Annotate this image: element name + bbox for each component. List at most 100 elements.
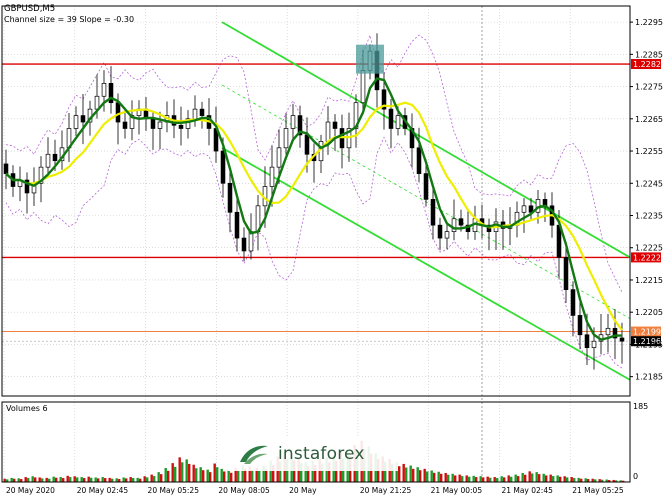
volume-bar xyxy=(458,474,461,482)
candle-body xyxy=(199,108,205,116)
volume-bar xyxy=(447,474,450,482)
candle-body xyxy=(444,231,450,239)
price-tick-label: 1.2225 xyxy=(635,244,663,253)
volume-bar xyxy=(426,471,429,482)
candle-body xyxy=(178,124,184,129)
volume-bar xyxy=(171,463,174,482)
price-level-label: 1.2282 xyxy=(633,60,661,69)
candle-body xyxy=(577,315,583,336)
candle-body xyxy=(122,121,128,129)
volume-bar xyxy=(174,466,177,482)
candle-body xyxy=(73,115,79,129)
candle-body xyxy=(584,334,590,349)
price-level-label: 1.2199 xyxy=(633,328,661,337)
volume-bar xyxy=(538,474,541,482)
volume-bar xyxy=(542,473,545,482)
price-tick-label: 1.2215 xyxy=(635,276,663,285)
volume-bar xyxy=(475,477,478,482)
candle-body xyxy=(3,163,9,174)
candle-body xyxy=(115,102,121,123)
volume-bar xyxy=(199,467,202,482)
volume-bar xyxy=(423,468,426,482)
candle-body xyxy=(94,95,100,110)
volume-bar xyxy=(10,477,13,482)
volume-bar xyxy=(251,469,254,482)
candle-body xyxy=(605,327,611,336)
volume-bar xyxy=(153,476,156,482)
volume-bar xyxy=(430,470,433,482)
volume-bar xyxy=(465,475,468,482)
chart-root: 1.2282 1.2222 1.2199 1.2196 1.2295 1.2285 1.2… xyxy=(0,0,665,499)
candle-body xyxy=(570,289,576,316)
volume-bar xyxy=(157,472,160,482)
volume-bar xyxy=(486,476,489,482)
volume-bar xyxy=(62,478,65,482)
volume-bar xyxy=(38,477,41,482)
volume-bar xyxy=(577,477,580,482)
candle-body xyxy=(451,218,457,232)
volume-bar xyxy=(97,478,100,482)
volume-bar xyxy=(440,473,443,482)
volume-bar xyxy=(206,469,209,482)
candle-body xyxy=(521,205,527,213)
volume-bar xyxy=(125,478,128,482)
price-tick-label: 1.2245 xyxy=(635,179,663,188)
candle-body xyxy=(248,231,254,252)
volume-bar xyxy=(164,468,167,482)
candle-body xyxy=(388,108,394,129)
volume-bar xyxy=(552,476,555,482)
candle-body xyxy=(80,115,86,123)
volume-bar xyxy=(108,477,111,482)
volume-bar xyxy=(237,470,240,482)
volume-bar xyxy=(461,476,464,482)
candle-body xyxy=(283,128,289,149)
volume-bar xyxy=(535,472,538,482)
volume-bar xyxy=(227,470,230,482)
candle-body xyxy=(192,108,198,120)
volume-bar xyxy=(216,467,219,482)
volume-bar xyxy=(472,475,475,482)
time-tick-label: 21 May 02:45 xyxy=(501,486,553,495)
volume-bar xyxy=(419,470,422,482)
price-tick-label: 1.2255 xyxy=(635,147,663,156)
price-chart: 1.22821.22221.21991.2196 1.22951.22851.2… xyxy=(0,0,665,499)
candle-body xyxy=(332,121,338,129)
candle-body xyxy=(234,211,240,239)
candle-body xyxy=(619,337,625,342)
volume-bar xyxy=(129,477,132,482)
volume-bar xyxy=(220,468,223,482)
volume-bar xyxy=(549,474,552,482)
peak-highlight-box xyxy=(356,44,384,74)
volume-bar xyxy=(146,477,149,482)
price-tick-label: 1.2295 xyxy=(635,18,663,27)
candle-body xyxy=(591,340,597,349)
volume-bar xyxy=(87,476,90,482)
volume-bar xyxy=(489,477,492,482)
volume-bar xyxy=(573,478,576,482)
volume-bar xyxy=(433,472,436,482)
volume-bar xyxy=(482,477,485,482)
volume-bar xyxy=(188,463,191,482)
volume-bar xyxy=(73,476,76,482)
volume-bar xyxy=(136,477,139,482)
volume-bar xyxy=(521,472,524,482)
volume-bar xyxy=(496,478,499,482)
time-tick-label: 20 May 05:25 xyxy=(148,486,200,495)
volume-bar xyxy=(230,472,233,482)
volume-bar xyxy=(55,477,58,482)
time-tick-label: 21 May 05:25 xyxy=(572,486,624,495)
price-tick-label: 1.2285 xyxy=(635,50,663,59)
price-tick-label: 1.2195 xyxy=(635,340,663,349)
volume-bar xyxy=(398,466,401,482)
candle-body xyxy=(157,121,163,129)
watermark-brand: instaforex xyxy=(278,444,365,464)
volume-bar xyxy=(402,463,405,482)
volume-bar xyxy=(405,467,408,482)
volume-bar xyxy=(493,477,496,482)
candle-body xyxy=(423,173,429,200)
candle-body xyxy=(220,150,226,184)
instaforex-logo-icon xyxy=(240,445,268,464)
volume-bar xyxy=(517,476,520,482)
volume-bar xyxy=(566,477,569,482)
volume-bar xyxy=(545,475,548,482)
